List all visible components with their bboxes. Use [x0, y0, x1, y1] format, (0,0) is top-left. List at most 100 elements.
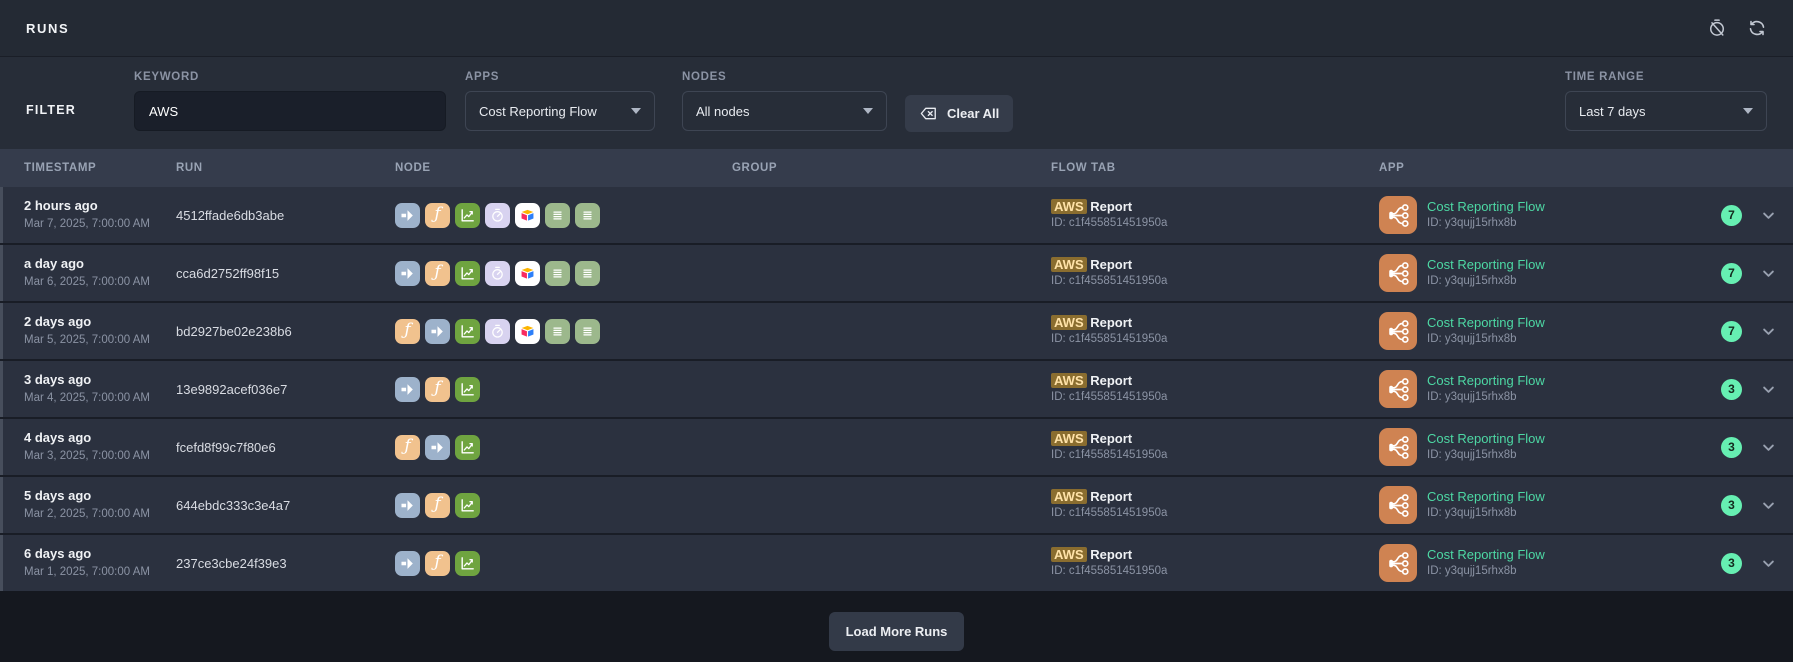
- function-node-icon[interactable]: ƒ: [425, 377, 450, 402]
- flow-app-icon: [1379, 312, 1417, 350]
- app-name-link[interactable]: Cost Reporting Flow: [1427, 315, 1545, 330]
- chart-node-icon[interactable]: [455, 203, 480, 228]
- flow-tab-id: ID: c1f455851451950a: [1051, 449, 1379, 463]
- chevron-down-icon[interactable]: [1759, 206, 1778, 225]
- run-id: fcefd8f99c7f80e6: [176, 440, 395, 455]
- absolute-time: Mar 1, 2025, 7:00:00 AM: [24, 566, 176, 580]
- node-icon-list: ƒ: [395, 493, 732, 518]
- chevron-down-icon[interactable]: [1759, 438, 1778, 457]
- flow-tab-cell: AWS ReportID: c1f455851451950a: [1051, 547, 1379, 579]
- chart-node-icon[interactable]: [455, 377, 480, 402]
- list-node-icon[interactable]: [575, 261, 600, 286]
- page-title: RUNS: [26, 21, 69, 36]
- node-count-badge: 3: [1721, 437, 1742, 458]
- app-name-link[interactable]: Cost Reporting Flow: [1427, 257, 1545, 272]
- table-row[interactable]: 2 hours agoMar 7, 2025, 7:00:00 AM4512ff…: [0, 187, 1793, 243]
- absolute-time: Mar 3, 2025, 7:00:00 AM: [24, 450, 176, 464]
- load-more-button[interactable]: Load More Runs: [829, 612, 965, 651]
- app-id: ID: y3qujj15rhx8b: [1427, 333, 1545, 347]
- node-icon-list: ƒ: [395, 435, 732, 460]
- time-range-label: TIME RANGE: [1565, 71, 1767, 83]
- chart-node-icon[interactable]: [455, 435, 480, 460]
- timer-node-icon[interactable]: [485, 319, 510, 344]
- app-cell: Cost Reporting FlowID: y3qujj15rhx8b: [1379, 486, 1669, 524]
- app-name-link[interactable]: Cost Reporting Flow: [1427, 373, 1545, 388]
- refresh-icon[interactable]: [1747, 18, 1767, 38]
- flow-tab-cell: AWS ReportID: c1f455851451950a: [1051, 257, 1379, 289]
- chevron-down-icon[interactable]: [1759, 496, 1778, 515]
- list-node-icon[interactable]: [575, 319, 600, 344]
- node-icon-list: ƒ: [395, 203, 732, 228]
- app-cell: Cost Reporting Flow ID: y3qujj15rhx8b: [1379, 428, 1669, 466]
- flow-tab-name: Report: [1090, 431, 1132, 446]
- arrow-node-icon[interactable]: [425, 435, 450, 460]
- chart-node-icon[interactable]: [455, 551, 480, 576]
- chevron-down-icon[interactable]: [1759, 380, 1778, 399]
- arrow-node-icon[interactable]: [395, 551, 420, 576]
- timer-node-icon[interactable]: [485, 203, 510, 228]
- app-name-link[interactable]: Cost Reporting Flow: [1427, 199, 1545, 214]
- arrow-node-icon[interactable]: [395, 377, 420, 402]
- app-name-link[interactable]: Cost Reporting Flow: [1427, 431, 1545, 446]
- list-node-icon[interactable]: [575, 203, 600, 228]
- timestamp-cell: 2 days agoMar 5, 2025, 7:00:00 AM: [24, 314, 176, 347]
- app-id: ID: y3qujj15rhx8b: [1427, 449, 1545, 463]
- table-row[interactable]: 3 days agoMar 4, 2025, 7:00:00 AM13e9892…: [0, 361, 1793, 417]
- function-node-icon[interactable]: ƒ: [425, 493, 450, 518]
- function-node-icon[interactable]: ƒ: [395, 319, 420, 344]
- keyword-input[interactable]: [134, 91, 446, 131]
- table-row[interactable]: a day agoMar 6, 2025, 7:00:00 AMcca6d275…: [0, 245, 1793, 301]
- chart-node-icon[interactable]: [455, 493, 480, 518]
- flow-app-icon: [1379, 544, 1417, 582]
- clear-all-button[interactable]: Clear All: [905, 95, 1013, 132]
- list-node-icon[interactable]: [545, 319, 570, 344]
- node-icon-list: ƒ: [395, 377, 732, 402]
- relative-time: 5 days ago: [24, 488, 176, 504]
- chart-node-icon[interactable]: [455, 319, 480, 344]
- runs-table-body: 2 hours agoMar 7, 2025, 7:00:00 AM4512ff…: [0, 187, 1793, 591]
- flow-app-icon: [1379, 254, 1417, 292]
- flow-tab-id: ID: c1f455851451950a: [1051, 217, 1379, 231]
- chevron-down-icon[interactable]: [1759, 264, 1778, 283]
- chevron-down-icon[interactable]: [1759, 322, 1778, 341]
- run-id: cca6d2752ff98f15: [176, 266, 395, 281]
- table-row[interactable]: 2 days agoMar 5, 2025, 7:00:00 AMbd2927b…: [0, 303, 1793, 359]
- app-cell: Cost Reporting FlowID: y3qujj15rhx8b: [1379, 370, 1669, 408]
- table-row[interactable]: 6 days agoMar 1, 2025, 7:00:00 AM237ce3c…: [0, 535, 1793, 591]
- table-row[interactable]: 4 days agoMar 3, 2025, 7:00:00 AMfcefd8f…: [0, 419, 1793, 475]
- function-node-icon[interactable]: ƒ: [395, 435, 420, 460]
- backspace-icon: [919, 104, 938, 123]
- timer-node-icon[interactable]: [485, 261, 510, 286]
- flow-tab-id: ID: c1f455851451950a: [1051, 565, 1379, 579]
- arrow-node-icon[interactable]: [395, 261, 420, 286]
- list-node-icon[interactable]: [545, 203, 570, 228]
- app-name-link[interactable]: Cost Reporting Flow: [1427, 489, 1545, 504]
- app-name-link[interactable]: Cost Reporting Flow: [1427, 547, 1545, 562]
- time-range-select[interactable]: Last 7 days: [1565, 91, 1767, 131]
- function-node-icon[interactable]: ƒ: [425, 203, 450, 228]
- airtable-node-icon[interactable]: [515, 319, 540, 344]
- function-node-icon[interactable]: ƒ: [425, 261, 450, 286]
- list-node-icon[interactable]: [545, 261, 570, 286]
- apps-field: APPS Cost Reporting Flow: [465, 71, 655, 131]
- timer-off-icon[interactable]: [1707, 18, 1727, 38]
- absolute-time: Mar 5, 2025, 7:00:00 AM: [24, 334, 176, 348]
- airtable-node-icon[interactable]: [515, 261, 540, 286]
- keyword-field: KEYWORD: [134, 71, 446, 131]
- table-row[interactable]: 5 days agoMar 2, 2025, 7:00:00 AM644ebdc…: [0, 477, 1793, 533]
- function-node-icon[interactable]: ƒ: [425, 551, 450, 576]
- chart-node-icon[interactable]: [455, 261, 480, 286]
- arrow-node-icon[interactable]: [425, 319, 450, 344]
- arrow-node-icon[interactable]: [395, 493, 420, 518]
- apps-select[interactable]: Cost Reporting Flow: [465, 91, 655, 131]
- apps-label: APPS: [465, 71, 655, 83]
- chevron-down-icon[interactable]: [1759, 554, 1778, 573]
- app-id: ID: y3qujj15rhx8b: [1427, 217, 1545, 231]
- flow-tab-cell: AWS ReportID: c1f455851451950a: [1051, 315, 1379, 347]
- airtable-node-icon[interactable]: [515, 203, 540, 228]
- flow-tab-id: ID: c1f455851451950a: [1051, 275, 1379, 289]
- time-range-field: TIME RANGE Last 7 days: [1565, 71, 1767, 131]
- nodes-select[interactable]: All nodes: [682, 91, 887, 131]
- arrow-node-icon[interactable]: [395, 203, 420, 228]
- absolute-time: Mar 6, 2025, 7:00:00 AM: [24, 276, 176, 290]
